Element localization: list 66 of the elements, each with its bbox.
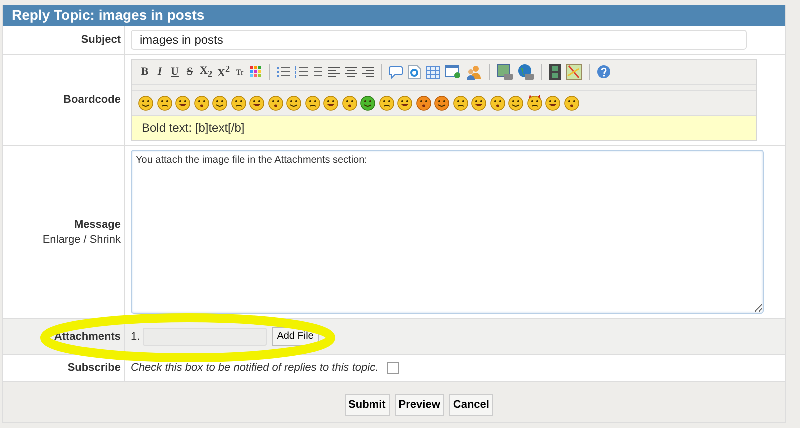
align-icon[interactable] [345, 66, 358, 78]
form-title: Reply Topic: images in posts [3, 5, 785, 26]
subject-field[interactable]: images in posts [131, 30, 747, 50]
smiley-icon[interactable] [194, 95, 210, 111]
globe-icon[interactable] [518, 64, 534, 80]
window-add-icon[interactable] [445, 65, 462, 79]
users-icon[interactable] [466, 64, 482, 80]
smiley-icon[interactable] [452, 95, 468, 111]
smiley-icon[interactable] [323, 95, 339, 111]
smiley-icon[interactable] [508, 95, 524, 111]
smiley-icon[interactable] [526, 95, 542, 111]
table-icon[interactable] [426, 66, 440, 78]
smiley-icon[interactable] [342, 95, 358, 111]
format-button[interactable]: B [140, 66, 150, 78]
smiley-icon[interactable] [212, 95, 228, 111]
map-icon[interactable] [566, 64, 582, 80]
smiley-icon[interactable] [230, 95, 246, 111]
list-icon[interactable] [313, 66, 324, 78]
hint-bar: Bold text: [b]text[/b] [132, 116, 756, 140]
smiley-icon[interactable] [156, 95, 172, 111]
smiley-icon[interactable] [378, 95, 394, 111]
enlarge-link[interactable]: Enlarge [42, 234, 81, 246]
field-label: Boardcode [64, 94, 121, 106]
subscribe-text: Check this box to be notified of replies to this topic. [131, 362, 379, 374]
format-button[interactable]: X$_{2}$ [200, 64, 213, 80]
form-button[interactable]: Preview [394, 394, 444, 416]
align-icon[interactable] [328, 66, 340, 78]
format-button[interactable]: I [155, 66, 165, 78]
field-label: Attachments [54, 330, 121, 342]
smiley-icon[interactable] [304, 95, 320, 111]
speech-bubble-icon[interactable] [389, 66, 404, 78]
form-button[interactable]: Submit [344, 394, 390, 416]
field-label: Subscribe [68, 362, 121, 374]
smiley-icon[interactable] [416, 95, 432, 111]
smiley-icon[interactable] [564, 95, 580, 111]
bullet-list-icon[interactable] [277, 66, 290, 78]
smiley-icon[interactable] [175, 95, 191, 111]
smiley-icon[interactable] [434, 95, 450, 111]
smiley-icon[interactable] [249, 95, 265, 111]
smiley-icon[interactable] [138, 95, 154, 111]
separator-text: / [84, 234, 87, 246]
subscribe-checkbox[interactable] [386, 362, 399, 374]
smiley-icon[interactable] [286, 95, 302, 111]
film-icon[interactable] [549, 64, 562, 80]
attachment-number: 1. [131, 330, 140, 342]
numbered-list-icon[interactable] [295, 66, 308, 78]
smiley-icon[interactable] [471, 95, 487, 111]
smiley-icon[interactable] [268, 95, 284, 111]
smiley-icon[interactable] [545, 95, 561, 111]
file-field[interactable] [143, 328, 268, 346]
format-button[interactable]: S [185, 66, 195, 78]
align-icon[interactable] [362, 66, 374, 78]
field-label: Subject [81, 34, 121, 46]
format-button[interactable]: U [170, 66, 180, 78]
smiley-icon[interactable] [490, 95, 506, 111]
color-grid-icon[interactable] [250, 66, 262, 78]
smiley-icon[interactable] [360, 95, 376, 111]
help-icon[interactable] [597, 65, 612, 79]
message-field[interactable]: You attach the image file in the Attachments section: [131, 150, 764, 314]
format-button[interactable]: X$^{2}$ [218, 64, 230, 80]
format-button[interactable]: Tr [235, 68, 246, 76]
shrink-link[interactable]: Shrink [90, 234, 121, 246]
field-label: Message [74, 218, 121, 230]
form-button[interactable]: Cancel [449, 394, 494, 416]
image-icon[interactable] [497, 64, 514, 80]
smiley-icon[interactable] [397, 95, 413, 111]
